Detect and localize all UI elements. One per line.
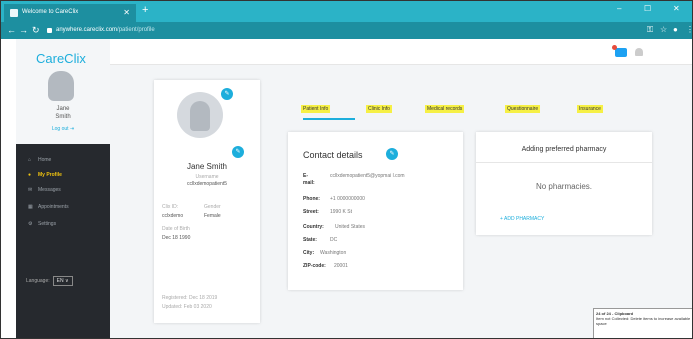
country-value: United States	[335, 224, 366, 230]
profile-avatar	[177, 92, 223, 138]
edit-profile-icon[interactable]: ✎	[232, 146, 244, 158]
sidebar-user-last: Smith	[55, 114, 71, 120]
state-value: DC	[330, 237, 338, 243]
dob-label: Date of Birth	[162, 226, 190, 232]
gender-label: Gender	[204, 204, 221, 210]
city-value: Washington	[320, 250, 347, 256]
username-label: Username	[195, 174, 219, 180]
tab-clinic-info[interactable]: Clinic Info	[366, 105, 392, 113]
language-selector: Language: EN ∨	[26, 276, 73, 286]
no-pharmacies-text: No pharmacies.	[535, 182, 593, 191]
contact-details-card: Contact details ✎ E-mail: ccllxdemopatie…	[288, 132, 463, 290]
window-close-button[interactable]: ✕	[673, 4, 680, 13]
dob-value: Dec 18 1990	[162, 235, 191, 241]
sidebar-item-appointments[interactable]: ▦ Appointments	[28, 204, 69, 210]
active-tab-indicator	[303, 118, 355, 120]
tab-bar: Welcome to CareClix ✕ + – ☐ ✕	[1, 1, 692, 22]
gear-icon: ⚙	[28, 221, 33, 227]
user-icon: ●	[28, 172, 32, 178]
sidebar-header: CareClix Jane Smith Log out ⇥	[16, 39, 110, 144]
mail-icon: ✉	[28, 187, 33, 193]
edit-avatar-icon[interactable]: ✎	[221, 88, 233, 100]
sidebar-item-home[interactable]: ⌂ Home	[28, 157, 51, 163]
tab-title: Welcome to CareClix	[22, 9, 79, 15]
username-value: ccllxdemopatient5	[186, 181, 228, 187]
minimize-button[interactable]: –	[617, 4, 621, 13]
sidebar-item-messages[interactable]: ✉ Messages	[28, 187, 61, 193]
pharmacy-card: Adding preferred pharmacy No pharmacies.…	[476, 132, 652, 235]
phone-label: Phone:	[303, 196, 320, 202]
zip-label: ZIP-code:	[303, 263, 326, 269]
favicon-icon	[10, 9, 18, 17]
menu-dots-icon[interactable]: ⋮	[686, 25, 692, 34]
clipboard-body: Item not Collected: Delete items to incr…	[596, 316, 691, 326]
home-icon: ⌂	[28, 157, 32, 163]
logout-link[interactable]: Log out ⇥	[16, 126, 110, 132]
sidebar-item-my-profile[interactable]: ● My Profile	[28, 172, 62, 178]
tab-questionnaire[interactable]: Questionnaire	[505, 105, 541, 113]
bell-icon[interactable]	[635, 48, 643, 56]
street-value: 1990 K St	[330, 209, 352, 215]
registered-date: Registered: Dec 18 2019	[162, 295, 218, 301]
new-tab-button[interactable]: +	[142, 4, 148, 16]
zip-value: 20001	[334, 263, 348, 269]
address-bar: ← → ↻ anywhere.careclix.com/patient/prof…	[1, 22, 692, 39]
close-tab-icon[interactable]: ✕	[123, 8, 130, 17]
state-label: State:	[303, 237, 317, 243]
maximize-button[interactable]: ☐	[644, 4, 651, 13]
reload-icon[interactable]: ↻	[32, 25, 40, 36]
sidebar-user-first: Jane	[56, 106, 70, 112]
profile-card: ✎ ✎ Jane Smith Username ccllxdemopatient…	[154, 80, 260, 323]
clipboard-notification[interactable]: 24 of 24 - Clipboard Item not Collected:…	[593, 308, 692, 338]
divider	[476, 162, 652, 163]
language-dropdown[interactable]: EN ∨	[52, 276, 73, 286]
profile-name: Jane Smith	[186, 162, 228, 171]
key-icon[interactable]: ⚿	[647, 25, 653, 35]
updated-date: Updated: Feb 03 2020	[162, 304, 212, 310]
star-icon[interactable]: ☆	[660, 25, 667, 34]
tab-insurance[interactable]: Insurance	[577, 105, 603, 113]
phone-value: +1 0000000000	[330, 196, 365, 202]
notification-badge	[612, 45, 617, 50]
back-icon[interactable]: ←	[7, 25, 16, 35]
careclix-logo: CareClix	[36, 51, 86, 66]
edit-contact-icon[interactable]: ✎	[386, 148, 398, 160]
email-value: ccllxdemopatient5@yopmai l.com	[330, 173, 405, 179]
sidebar-item-settings[interactable]: ⚙ Settings	[28, 221, 56, 227]
top-header	[110, 39, 692, 65]
lock-icon	[47, 28, 52, 33]
browser-window: Welcome to CareClix ✕ + – ☐ ✕ ← → ↻ anyw…	[0, 0, 693, 339]
gender-value: Female	[204, 213, 221, 219]
contact-title: Contact details	[303, 150, 363, 160]
clixid-label: Clix ID:	[162, 204, 179, 210]
pharmacy-title: Adding preferred pharmacy	[521, 146, 607, 153]
city-label: City:	[303, 250, 315, 256]
avatar	[48, 71, 74, 101]
browser-tab[interactable]: Welcome to CareClix ✕	[4, 4, 136, 22]
street-label: Street:	[303, 209, 319, 215]
url-field[interactable]: anywhere.careclix.com/patient/profile	[56, 27, 155, 33]
tab-patient-info[interactable]: Patient Info	[301, 105, 331, 113]
account-icon[interactable]: ●	[673, 25, 678, 34]
sidebar: CareClix Jane Smith Log out ⇥ ⌂ Home ● My …	[16, 39, 110, 338]
email-label: E-mail:	[303, 173, 315, 186]
forward-icon[interactable]: →	[19, 25, 28, 35]
chat-icon[interactable]	[615, 48, 627, 57]
add-pharmacy-button[interactable]: + ADD PHARMACY	[500, 216, 544, 222]
user-silhouette-icon	[190, 101, 210, 131]
tab-medical-records[interactable]: Medical records	[425, 105, 465, 113]
clixid-value: cclxdemo	[162, 213, 184, 219]
country-label: Country:	[303, 224, 324, 230]
calendar-icon: ▦	[28, 204, 33, 210]
